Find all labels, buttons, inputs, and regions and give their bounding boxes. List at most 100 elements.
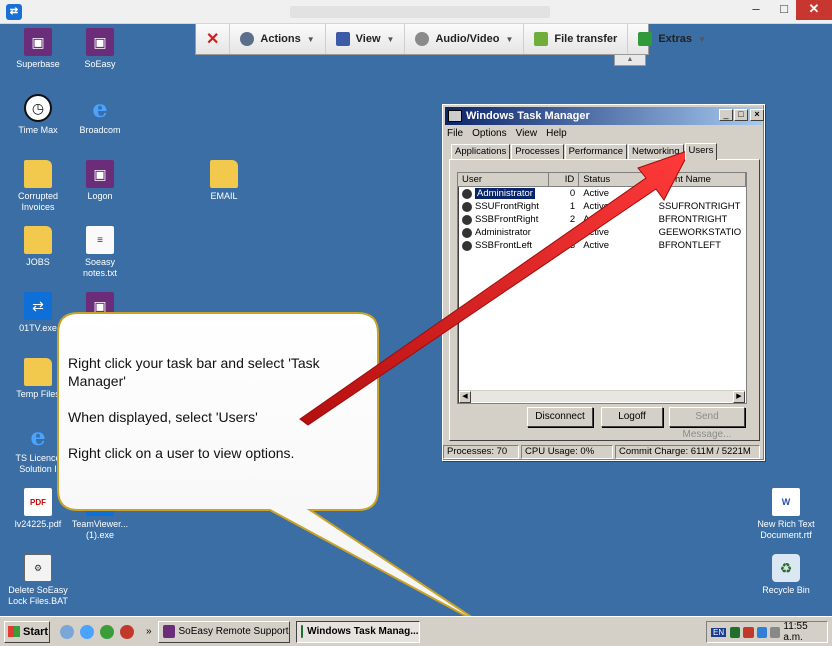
desktop-icon-teamviewer-exe[interactable]: ⇄ TeamViewer... (1).exe: [68, 488, 132, 541]
desktop-icon-ts-licence[interactable]: e TS Licence Solution I: [6, 422, 70, 475]
ie-shortcut-icon: e: [92, 93, 108, 123]
menu-view[interactable]: View: [516, 128, 538, 141]
desktop-icon-label: JOBS: [26, 257, 50, 267]
desktop-icon-partial[interactable]: ▣: [68, 292, 132, 323]
session-id: 2: [569, 214, 576, 225]
start-button[interactable]: Start: [4, 620, 50, 643]
tm-close-button[interactable]: ×: [750, 109, 764, 121]
column-header-user[interactable]: User: [458, 173, 550, 186]
desktop-icon-label: Broadcom: [79, 125, 121, 135]
desktop-icon-label: Recycle Bin: [762, 585, 810, 595]
desktop-icon-temp-files[interactable]: Temp Files: [6, 358, 70, 400]
maximize-button[interactable]: □: [770, 0, 798, 20]
user-name: SSBFrontRight: [475, 214, 539, 225]
taskbar-item-soeasy[interactable]: SoEasy Remote Support: [157, 620, 290, 643]
language-indicator[interactable]: EN: [711, 627, 727, 637]
column-header-status[interactable]: Status: [579, 173, 655, 186]
desktop-icon-label: New Rich Text Document.rtf: [757, 519, 815, 540]
desktop-icon-label: Time Max: [18, 125, 58, 135]
column-header-client[interactable]: Client Name: [655, 173, 746, 186]
tab-users[interactable]: Users: [684, 143, 718, 160]
minimize-button[interactable]: –: [742, 0, 770, 20]
taskbar-item-task-manager[interactable]: Windows Task Manag...: [295, 620, 420, 643]
tab-processes[interactable]: Processes: [511, 144, 564, 159]
desktop-icon-corrupted-invoices[interactable]: Corrupted Invoices: [6, 160, 70, 213]
table-row[interactable]: SSBFrontLeft 3 Active BFRONTLEFT: [458, 239, 746, 252]
menu-file[interactable]: File: [447, 128, 463, 141]
file-transfer-button[interactable]: File transfer: [524, 24, 629, 54]
desktop-icon-jobs[interactable]: JOBS: [6, 226, 70, 268]
system-tray: EN 11:55 a.m.: [706, 621, 828, 643]
tray-app-icon[interactable]: [743, 626, 754, 638]
column-header-id[interactable]: ID: [549, 173, 580, 186]
table-row[interactable]: Administrator 0 Active: [458, 187, 746, 200]
desktop-icon-delete-lock-files[interactable]: ⚙ Delete SoEasy Lock Files.BAT: [6, 554, 70, 607]
send-message-button[interactable]: Send Message...: [669, 407, 745, 440]
quicklaunch-ie-icon[interactable]: [80, 624, 94, 639]
desktop-icon-rtf[interactable]: W New Rich Text Document.rtf: [754, 488, 818, 541]
desktop-icon-email[interactable]: EMAIL: [192, 160, 256, 202]
toolbar-collapse-handle[interactable]: ▲: [614, 55, 646, 66]
view-menu[interactable]: View ▼: [326, 24, 406, 54]
extras-label: Extras: [658, 33, 692, 45]
table-row[interactable]: SSBFrontRight 2 Active BFRONTRIGHT: [458, 213, 746, 226]
audio-video-menu[interactable]: Audio/Video ▼: [405, 24, 525, 54]
user-name: Administrator: [475, 227, 531, 238]
tab-performance[interactable]: Performance: [564, 144, 627, 159]
monitor-icon: [335, 32, 350, 46]
disconnect-button[interactable]: Disconnect: [527, 407, 593, 427]
task-manager-titlebar[interactable]: Windows Task Manager: [445, 107, 762, 125]
desktop-icon-pdf[interactable]: PDF lv24225.pdf: [6, 488, 70, 530]
desktop-icon-label: SoEasy: [84, 59, 116, 69]
tray-app-icon[interactable]: [730, 626, 741, 638]
tab-networking[interactable]: Networking: [627, 144, 684, 159]
status-cpu: CPU Usage: 0%: [521, 445, 613, 459]
tm-statusbar: Processes: 70 CPU Usage: 0% Commit Charg…: [443, 445, 764, 459]
session-status: Active: [583, 240, 610, 251]
outer-titlebar: ⇄ – □ ✕: [0, 0, 832, 24]
table-row[interactable]: Administrator 4 Active GEEWORKSTATIO: [458, 226, 746, 239]
callout-line-2: When displayed, select 'Users': [68, 409, 258, 425]
desktop-icon-superbase[interactable]: ▣ Superbase: [6, 28, 70, 70]
horizontal-scrollbar[interactable]: ◀ ▶: [459, 390, 745, 403]
desktop-icon-soeasy-notes[interactable]: ≡ Soeasy notes.txt: [68, 226, 132, 279]
scroll-left-icon[interactable]: ◀: [459, 391, 471, 403]
quicklaunch-overflow-icon[interactable]: »: [146, 626, 152, 637]
chevron-down-icon: ▼: [697, 34, 706, 44]
desktop-icon-logon[interactable]: ▣ Logon: [68, 160, 132, 202]
tab-applications[interactable]: Applications: [451, 144, 511, 159]
user-icon: [462, 240, 472, 251]
desktop-icon-soeasy[interactable]: ▣ SoEasy: [68, 28, 132, 70]
scroll-right-icon[interactable]: ▶: [733, 391, 745, 403]
actions-menu[interactable]: Actions ▼: [230, 24, 326, 54]
tm-maximize-button[interactable]: □: [734, 109, 748, 121]
close-button[interactable]: ✕: [796, 0, 832, 20]
teamviewer-icon: ⇄: [24, 292, 52, 320]
tray-app-icon[interactable]: [770, 626, 781, 638]
desktop-icon-timemax[interactable]: ◷ Time Max: [6, 94, 70, 136]
extras-menu[interactable]: Extras ▼: [628, 24, 716, 54]
desktop-icon-recycle-bin[interactable]: ♻ Recycle Bin: [754, 554, 818, 596]
task-manager-icon: [448, 110, 462, 122]
logoff-button[interactable]: Logoff: [601, 407, 663, 427]
user-icon: [462, 188, 472, 199]
desktop-icon-broadcom[interactable]: e Broadcom: [68, 94, 132, 136]
quicklaunch-app-icon[interactable]: [120, 624, 134, 639]
table-row[interactable]: SSUFrontRight 1 Active SSUFRONTRIGHT: [458, 200, 746, 213]
quicklaunch-desktop-icon[interactable]: [60, 624, 74, 639]
end-session-button[interactable]: ✕: [196, 24, 231, 54]
menu-help[interactable]: Help: [546, 128, 567, 141]
session-status: Active: [583, 188, 610, 199]
desktop-icon-01tv[interactable]: ⇄ 01TV.exe: [6, 292, 70, 334]
desktop-icon-label: 01TV.exe: [19, 323, 57, 333]
tm-minimize-button[interactable]: _: [719, 109, 733, 121]
actions-label: Actions: [260, 33, 301, 45]
users-list[interactable]: User ID Status Client Name Administrator…: [457, 172, 747, 404]
menu-options[interactable]: Options: [472, 128, 506, 141]
chevron-down-icon: ▼: [386, 34, 395, 44]
tray-network-icon[interactable]: [756, 626, 768, 638]
user-icon: [462, 227, 472, 238]
chevron-down-icon: ▼: [306, 34, 315, 44]
quicklaunch-app-icon[interactable]: [100, 624, 114, 639]
clock[interactable]: 11:55 a.m.: [783, 621, 827, 643]
